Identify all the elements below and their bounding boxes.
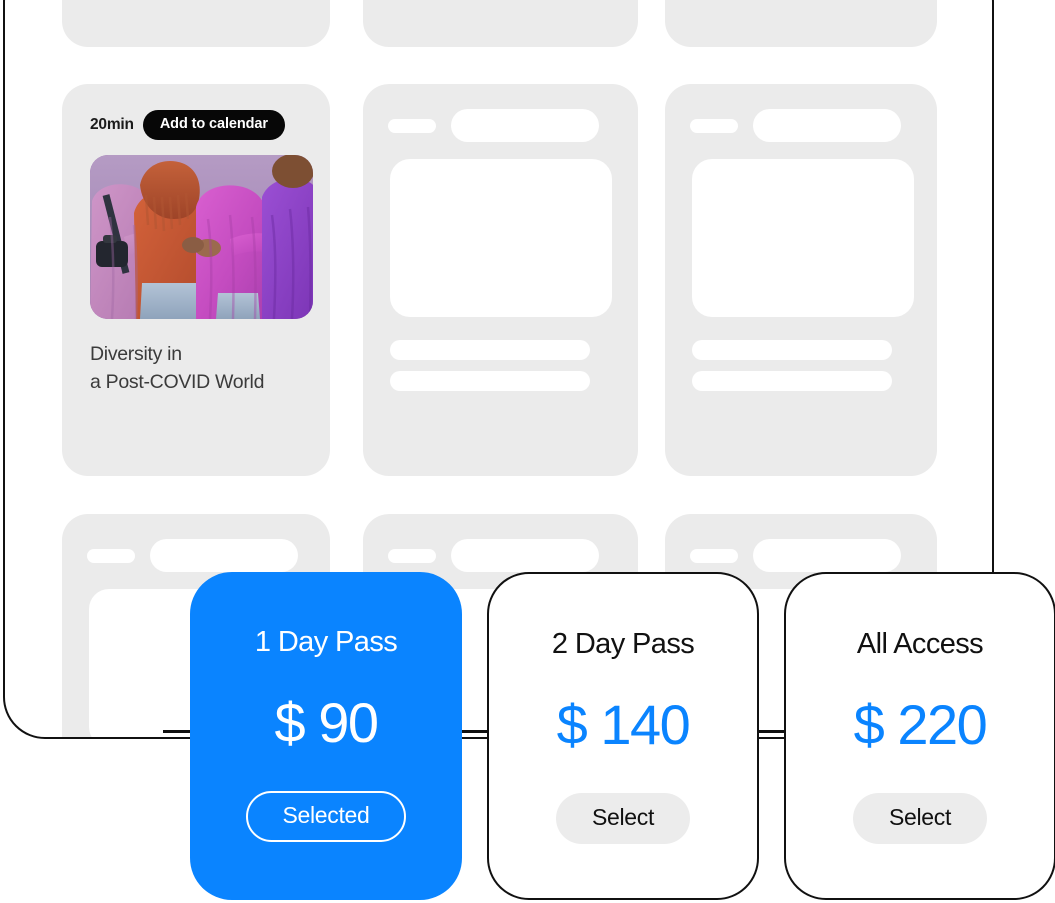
event-title: Diversity in a Post-COVID World xyxy=(90,341,302,396)
plan-price: $ 90 xyxy=(274,691,380,754)
event-card[interactable]: 20min Add to calendar Diversity in a Pos… xyxy=(62,84,330,476)
event-meta-row: 20min Add to calendar xyxy=(90,110,302,140)
skeleton-bar-duration xyxy=(690,549,738,563)
skeleton-bar-duration xyxy=(388,549,436,563)
skeleton-bar-title-1 xyxy=(692,340,892,360)
plan-price: $ 220 xyxy=(853,693,988,756)
event-thumbnail-image xyxy=(90,155,313,319)
add-to-calendar-button[interactable]: Add to calendar xyxy=(142,110,285,140)
skeleton-bar-duration xyxy=(87,549,135,563)
pricing-card-2-day-pass[interactable]: 2 Day Pass $ 140 Select xyxy=(487,572,759,900)
group-hug-photo-illustration xyxy=(90,155,313,319)
skeleton-thumbnail xyxy=(390,159,612,317)
connector-line-right xyxy=(755,730,787,733)
connector-line-middle xyxy=(461,730,490,733)
skeleton-card-r2c2 xyxy=(363,84,638,476)
skeleton-bar-pill xyxy=(753,109,901,142)
skeleton-bar-title-2 xyxy=(390,371,590,391)
skeleton-bar-duration xyxy=(388,119,436,133)
skeleton-card-r2c3 xyxy=(665,84,937,476)
event-title-line-1: Diversity in xyxy=(90,343,182,365)
skeleton-bar-pill xyxy=(451,109,599,142)
skeleton-card-r1c3 xyxy=(665,0,937,47)
event-title-line-2: a Post-COVID World xyxy=(90,370,265,393)
plan-select-button[interactable]: Select xyxy=(852,793,988,844)
plan-name: 2 Day Pass xyxy=(551,628,695,660)
plan-select-button[interactable]: Selected xyxy=(246,791,406,842)
skeleton-bar-pill xyxy=(150,539,298,572)
plan-name: 1 Day Pass xyxy=(254,626,398,658)
pricing-card-1-day-pass[interactable]: 1 Day Pass $ 90 Selected xyxy=(190,572,462,900)
skeleton-card-r1c1 xyxy=(62,0,330,47)
skeleton-bar-duration xyxy=(690,119,738,133)
event-duration: 20min xyxy=(90,116,134,133)
plan-name: All Access xyxy=(856,628,984,660)
plan-select-button[interactable]: Select xyxy=(555,793,691,844)
skeleton-bar-title-2 xyxy=(692,371,892,391)
skeleton-bar-pill xyxy=(753,539,901,572)
connector-line-left xyxy=(163,730,193,733)
screenshot-stage: 20min Add to calendar Diversity in a Pos… xyxy=(0,0,1055,903)
pricing-card-all-access[interactable]: All Access $ 220 Select xyxy=(784,572,1055,900)
plan-price: $ 140 xyxy=(556,693,691,756)
skeleton-bar-pill xyxy=(451,539,599,572)
skeleton-bar-title-1 xyxy=(390,340,590,360)
skeleton-card-r1c2 xyxy=(363,0,638,47)
skeleton-thumbnail xyxy=(692,159,914,317)
